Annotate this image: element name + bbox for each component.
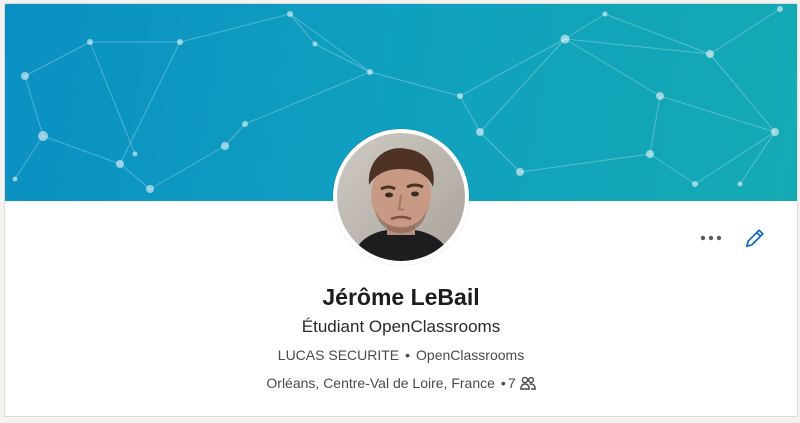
- location-row: Orléans, Centre-Val de Loire, France • 7: [5, 372, 797, 394]
- profile-card: Jérôme LeBail Étudiant OpenClassrooms LU…: [4, 3, 798, 417]
- profile-location: Orléans, Centre-Val de Loire, France: [266, 375, 495, 391]
- more-options-button[interactable]: [699, 226, 723, 250]
- profile-actions: [699, 226, 767, 250]
- people-icon: [519, 376, 536, 390]
- connections-count[interactable]: 7: [508, 372, 516, 394]
- edit-profile-button[interactable]: [743, 226, 767, 250]
- profile-photo: [337, 133, 465, 261]
- separator-dot: •: [405, 347, 411, 363]
- profile-avatar[interactable]: [333, 129, 469, 265]
- profile-info: Jérôme LeBail Étudiant OpenClassrooms LU…: [5, 281, 797, 394]
- current-company-link[interactable]: LUCAS SECURITE: [278, 347, 399, 363]
- experience-education-row: LUCAS SECURITE • OpenClassrooms: [5, 344, 797, 366]
- pencil-icon: [745, 229, 764, 248]
- separator-dot: •: [500, 375, 506, 391]
- more-horizontal-icon: [700, 235, 722, 241]
- school-link[interactable]: OpenClassrooms: [416, 347, 524, 363]
- profile-name: Jérôme LeBail: [322, 284, 480, 310]
- profile-headline: Étudiant OpenClassrooms: [301, 317, 501, 336]
